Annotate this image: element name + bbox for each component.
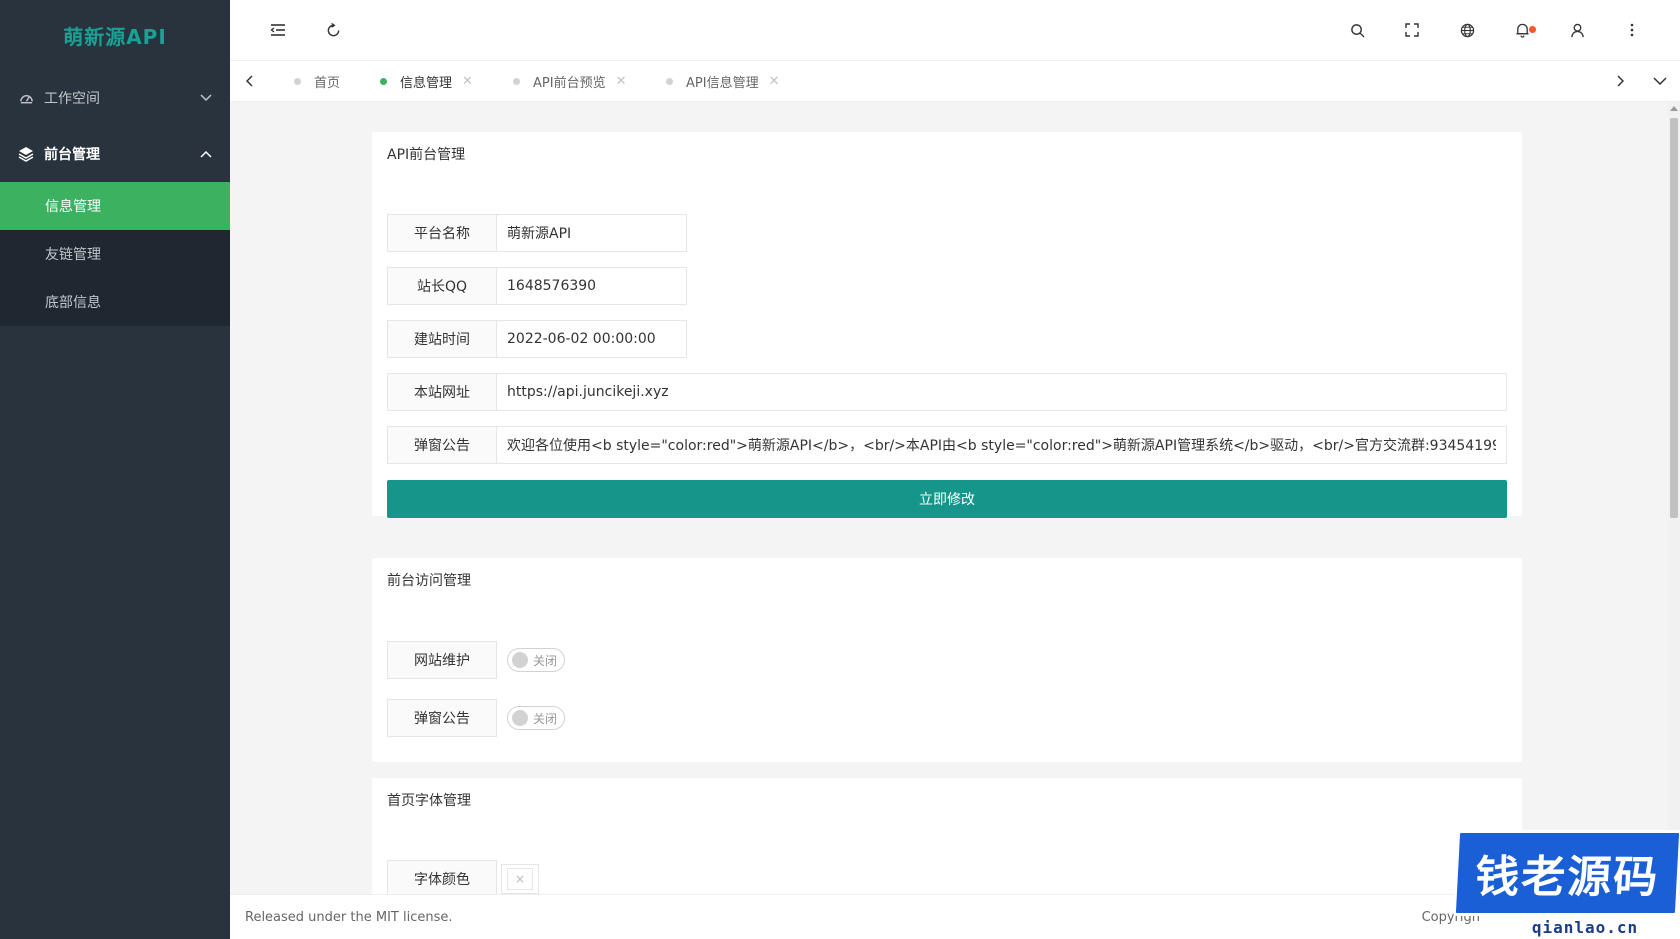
sidebar-item-links[interactable]: 友链管理	[0, 230, 230, 278]
field-label: 字体颜色	[387, 860, 497, 894]
refresh-icon[interactable]	[321, 18, 345, 42]
sidebar-item-info[interactable]: 信息管理	[0, 182, 230, 230]
tab-home[interactable]: 首页	[294, 61, 340, 101]
license-text: Released under the MIT license.	[245, 909, 453, 925]
form-row-admin-qq: 站长QQ	[387, 267, 687, 305]
watermark-domain: qianlao.cn	[1525, 916, 1645, 938]
toggle-state-text: 关闭	[533, 711, 558, 726]
sidebar: 萌新源API 工作空间 前台管理 信息管理 友链管理 底部信息	[0, 0, 230, 939]
toggle-state-text: 关闭	[533, 653, 558, 668]
form-row-platform-name: 平台名称	[387, 214, 687, 252]
access-management-card: 前台访问管理 网站维护 关闭 弹窗公告 关闭	[372, 558, 1522, 762]
field-label: 网站维护	[387, 641, 497, 679]
toggle-knob	[512, 710, 528, 726]
bell-icon[interactable]	[1510, 18, 1536, 42]
tab-label: API前台预览	[533, 75, 606, 91]
sidebar-group-label: 前台管理	[44, 147, 100, 163]
toggle-knob	[512, 652, 528, 668]
tab-status-dot	[294, 77, 301, 85]
tabs-scroll-right-icon[interactable]	[1608, 69, 1632, 93]
search-icon[interactable]	[1345, 18, 1369, 42]
tabs-scroll-left-icon[interactable]	[238, 69, 262, 93]
card-title: 首页字体管理	[387, 793, 471, 809]
close-icon[interactable]: ✕	[769, 74, 780, 89]
form-row-font-color: 字体颜色 ×	[387, 860, 539, 894]
site-url-input[interactable]	[497, 373, 1507, 411]
chevron-up-icon	[200, 150, 212, 158]
layers-icon	[18, 146, 34, 162]
tab-status-dot	[513, 77, 520, 85]
sidebar-group-label: 工作空间	[44, 91, 100, 107]
field-label: 弹窗公告	[387, 699, 497, 737]
tab-label: 信息管理	[400, 75, 453, 91]
maintenance-toggle[interactable]: 关闭	[507, 648, 565, 672]
popup-notice-toggle[interactable]: 关闭	[507, 706, 565, 730]
sidebar-group-workspace[interactable]: 工作空间	[0, 70, 230, 126]
admin-qq-input[interactable]	[497, 267, 687, 305]
homepage-font-card: 首页字体管理 字体颜色 ×	[372, 778, 1522, 894]
globe-icon[interactable]	[1455, 18, 1479, 42]
api-settings-card: API前台管理 平台名称 站长QQ 建站时间 本站网址 弹窗公告 立即修改	[372, 132, 1522, 518]
notification-badge	[1529, 26, 1536, 33]
form-row-popup-notice: 弹窗公告	[387, 426, 1507, 464]
field-label: 平台名称	[387, 214, 497, 252]
sidebar-item-footer-info[interactable]: 底部信息	[0, 278, 230, 326]
main-content: API前台管理 平台名称 站长QQ 建站时间 本站网址 弹窗公告 立即修改 前台…	[230, 102, 1668, 894]
field-label: 建站时间	[387, 320, 497, 358]
user-icon[interactable]	[1565, 18, 1589, 42]
top-header	[230, 0, 1680, 60]
tab-api-frontend-preview[interactable]: API前台预览 ✕	[513, 61, 626, 101]
close-icon[interactable]: ✕	[616, 74, 627, 89]
more-vertical-icon[interactable]	[1620, 18, 1644, 42]
platform-name-input[interactable]	[497, 214, 687, 252]
tab-status-dot	[380, 77, 387, 85]
menu-toggle-icon[interactable]	[266, 18, 290, 42]
scrollbar-thumb[interactable]	[1670, 118, 1678, 518]
card-title: 前台访问管理	[387, 573, 471, 589]
tab-label: 首页	[314, 75, 341, 91]
app-logo[interactable]: 萌新源API	[0, 0, 230, 70]
tab-label: API信息管理	[686, 75, 759, 91]
tab-info-management[interactable]: 信息管理 ✕	[380, 61, 473, 101]
field-label: 站长QQ	[387, 267, 497, 305]
page-tabs: 首页 信息管理 ✕ API前台预览 ✕ API信息管理 ✕	[230, 60, 1680, 102]
dashboard-icon	[18, 90, 34, 106]
sidebar-group-frontend[interactable]: 前台管理	[0, 126, 230, 182]
card-title: API前台管理	[387, 147, 466, 163]
chevron-down-icon	[200, 94, 212, 102]
founded-time-input[interactable]	[497, 320, 687, 358]
form-row-site-url: 本站网址	[387, 373, 1507, 411]
page-scrollbar[interactable]	[1668, 102, 1680, 894]
empty-color-icon: ×	[507, 868, 533, 890]
form-row-popup-toggle: 弹窗公告 关闭	[387, 699, 565, 737]
field-label: 本站网址	[387, 373, 497, 411]
scroll-up-icon[interactable]	[1670, 106, 1678, 111]
form-row-maintenance: 网站维护 关闭	[387, 641, 565, 679]
submit-button[interactable]: 立即修改	[387, 480, 1507, 518]
watermark-logo: 钱老源码	[1452, 830, 1680, 916]
form-row-founded-time: 建站时间	[387, 320, 687, 358]
tabs-dropdown-icon[interactable]	[1648, 69, 1672, 93]
popup-notice-input[interactable]	[497, 426, 1507, 464]
close-icon[interactable]: ✕	[462, 74, 473, 89]
tab-status-dot	[666, 77, 673, 85]
font-color-picker[interactable]: ×	[501, 864, 539, 894]
fullscreen-icon[interactable]	[1400, 18, 1424, 42]
site-watermark: 钱老源码 qianlao.cn	[1452, 830, 1680, 939]
field-label: 弹窗公告	[387, 426, 497, 464]
sidebar-submenu: 信息管理 友链管理 底部信息	[0, 182, 230, 326]
tab-api-info-management[interactable]: API信息管理 ✕	[666, 61, 779, 101]
